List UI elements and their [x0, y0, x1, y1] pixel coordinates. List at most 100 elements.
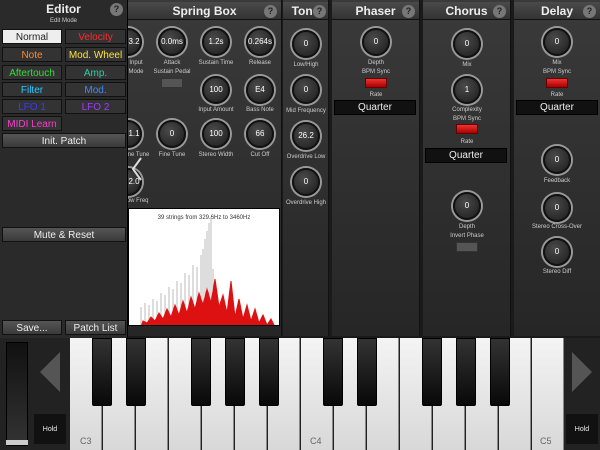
sustain-pedal-label: Sustain Pedal — [153, 69, 191, 75]
chorus-complexity-value: 1 — [464, 85, 470, 94]
key-label-c4: C4 — [310, 436, 322, 446]
delay-mix-value: 0 — [554, 37, 560, 46]
patch-list-button[interactable]: Patch List — [65, 320, 126, 335]
hold-left-button[interactable]: Hold — [34, 414, 66, 444]
mode-aftertouch-button[interactable]: Aftertouch — [2, 65, 62, 80]
delay-bpm-sync-button[interactable] — [546, 78, 568, 88]
delay-bpm-sync-label: BPM Sync — [542, 69, 571, 75]
save-button[interactable]: Save... — [2, 320, 62, 335]
help-icon[interactable]: ? — [402, 5, 415, 18]
pitch-bend-handle[interactable] — [6, 440, 28, 445]
mode-mod-envelope-button[interactable]: Mod. Envelope — [65, 82, 126, 111]
pitch-bend-wheel[interactable] — [6, 342, 28, 446]
fine-tune-value: 0 — [169, 129, 175, 138]
low-high-label: Low/High — [293, 62, 319, 68]
key-label-c5: C5 — [540, 436, 552, 446]
overdrive-high-value: 0 — [303, 177, 309, 186]
chorus-mix-value: 0 — [464, 39, 470, 48]
help-icon[interactable]: ? — [264, 5, 277, 18]
delay-mix-label: Mix — [552, 60, 562, 66]
mode-mod-wheel-button[interactable]: Mod. Wheel — [65, 47, 126, 62]
invert-phase-button[interactable] — [456, 242, 478, 252]
feedback-value: 0 — [554, 155, 560, 164]
help-icon[interactable]: ? — [110, 3, 123, 16]
black-key[interactable] — [259, 338, 279, 406]
chorus-depth-value: 0 — [464, 201, 470, 210]
overdrive-low-label: Overdrive Low — [286, 154, 326, 160]
help-icon[interactable]: ? — [313, 5, 326, 18]
phaser-depth-value: 0 — [373, 37, 379, 46]
invert-phase-label: Invert Phase — [450, 233, 484, 239]
stereo-diff-value: 0 — [554, 247, 560, 256]
feedback-label: Feedback — [543, 178, 571, 184]
edit-mode-label: Edit Mode — [49, 18, 77, 24]
stereo-width-value: 100 — [209, 129, 223, 138]
mode-filter-envelope-button[interactable]: Filter Envelope — [2, 82, 62, 111]
black-key[interactable] — [92, 338, 112, 406]
chorus-complexity-label: Complexity — [452, 107, 482, 113]
chorus-rate-label: Rate — [460, 139, 474, 145]
black-key[interactable] — [456, 338, 476, 406]
mode-normal-button[interactable]: Normal — [2, 29, 62, 44]
black-key[interactable] — [126, 338, 146, 406]
mode-amp-envelope-button[interactable]: Amp. Envelope — [65, 65, 126, 94]
editor-title: Editor — [46, 2, 81, 16]
sustain-time-value: 1.2s — [208, 37, 224, 46]
mid-frequency-value: 0 — [303, 85, 309, 94]
phaser-bpm-sync-label: BPM Sync — [361, 69, 390, 75]
mode-midi-learn-button[interactable]: MIDI Learn — [2, 116, 62, 131]
collapse-arrow-icon[interactable] — [130, 156, 144, 182]
spring-box-title: Spring Box — [128, 2, 281, 20]
keyboard: Hold C3 C4 C5 Hold — [0, 338, 600, 450]
mute-reset-button[interactable]: Mute & Reset — [2, 227, 126, 242]
black-key[interactable] — [422, 338, 442, 406]
phaser-panel: Phaser ? 0 Depth BPM Sync Rate Quarter — [332, 0, 420, 336]
chorus-depth-label: Depth — [458, 224, 475, 230]
bass-note-value: E4 — [255, 85, 265, 94]
chorus-rate-select[interactable]: Quarter — [425, 148, 507, 163]
low-high-value: 0 — [303, 39, 309, 48]
spring-box-panel: Spring Box ? 3.2 Input Mode 0.0ms Attack… — [114, 0, 282, 336]
spectrum-display: 39 strings from 329.6Hz to 3460Hz — [128, 208, 280, 326]
cut-off-value: 66 — [255, 129, 265, 138]
mode-lfo1-button[interactable]: LFO 1 — [2, 99, 62, 114]
attack-value: 0.0ms — [161, 37, 183, 46]
editor-panel: Editor ? Edit Mode Normal Velocity Note … — [0, 0, 128, 338]
mode-lfo2-button[interactable]: LFO 2 — [65, 99, 126, 114]
black-key[interactable] — [225, 338, 245, 406]
help-icon[interactable]: ? — [493, 5, 506, 18]
phaser-bpm-sync-button[interactable] — [365, 78, 387, 88]
stereo-diff-label: Stereo Diff — [542, 269, 572, 275]
release-value: 0.264s — [247, 37, 273, 46]
chorus-panel: Chorus ? 0 Mix 1 Complexity BPM Sync Rat… — [423, 0, 511, 336]
mid-frequency-label: Mid Frequency — [286, 108, 326, 114]
overdrive-high-label: Overdrive High — [285, 200, 326, 206]
chorus-bpm-sync-button[interactable] — [456, 124, 478, 134]
mode-note-number-button[interactable]: Note Number — [2, 47, 62, 76]
init-patch-button[interactable]: Init. Patch — [2, 133, 126, 148]
help-icon[interactable]: ? — [583, 5, 596, 18]
phaser-depth-label: Depth — [367, 60, 384, 66]
delay-panel: Delay ? 0 Mix BPM Sync Rate Quarter 0 Fe… — [514, 0, 600, 336]
chorus-bpm-sync-label: BPM Sync — [452, 116, 481, 122]
black-key[interactable] — [490, 338, 510, 406]
black-key[interactable] — [191, 338, 211, 406]
tone-panel: Tone ? 0 Low/High 0 Mid Frequency 26.2 O… — [283, 0, 329, 336]
mode-velocity-button[interactable]: Velocity — [65, 29, 126, 44]
black-key[interactable] — [323, 338, 343, 406]
delay-rate-select[interactable]: Quarter — [516, 100, 598, 115]
white-key[interactable] — [532, 338, 564, 450]
phaser-rate-select[interactable]: Quarter — [334, 100, 416, 115]
black-key[interactable] — [357, 338, 377, 406]
spectrum-graph — [140, 217, 275, 325]
octave-up-icon[interactable] — [572, 352, 592, 392]
piano-keys: C3 C4 C5 — [70, 338, 564, 450]
sustain-pedal-button[interactable] — [161, 78, 183, 88]
stereo-crossover-value: 0 — [554, 203, 560, 212]
octave-down-icon[interactable] — [40, 352, 60, 392]
key-label-c3: C3 — [80, 436, 92, 446]
hold-right-button[interactable]: Hold — [566, 414, 598, 444]
input-amount-value: 100 — [209, 85, 223, 94]
delay-rate-label: Rate — [550, 92, 564, 98]
stereo-crossover-label: Stereo Cross-Over — [531, 224, 582, 230]
